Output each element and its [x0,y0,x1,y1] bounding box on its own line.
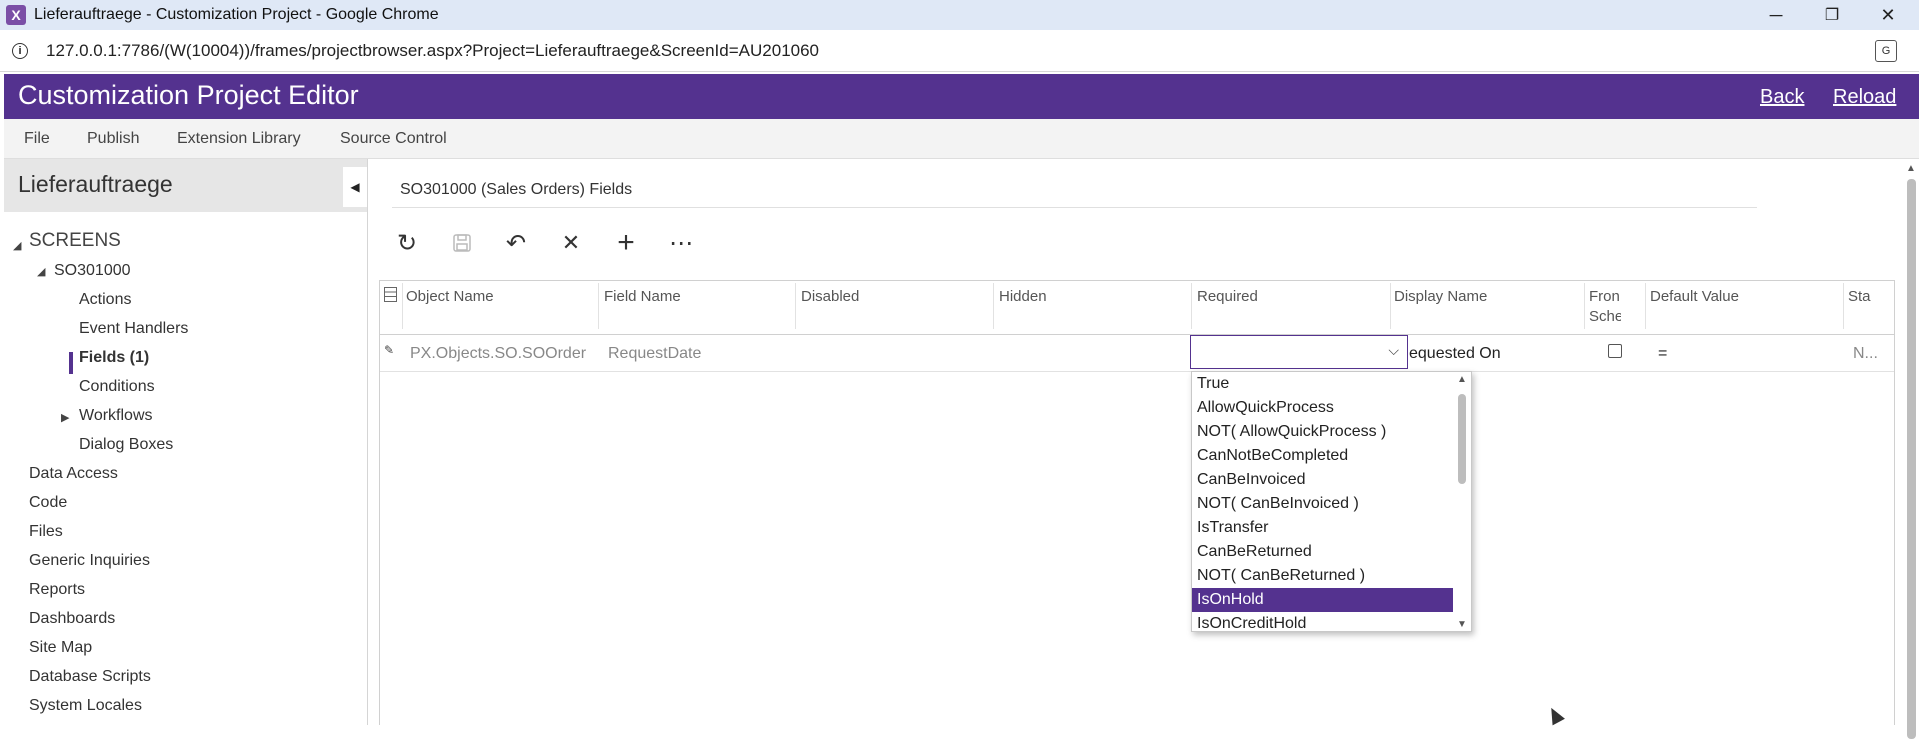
tree-item-fields[interactable]: Fields (1) [79,349,149,367]
menu-extension-library[interactable]: Extension Library [177,130,301,148]
tree-item-so301000[interactable]: SO301000 [54,262,131,280]
sidebar-header: Lieferauftraege [4,159,367,212]
dropdown-scrollbar[interactable]: ▲ ▼ [1453,372,1471,631]
from-schema-checkbox[interactable] [1608,344,1622,358]
tree-item-event-handlers[interactable]: Event Handlers [79,320,188,338]
menu-bar: File Publish Extension Library Source Co… [4,119,1919,159]
window-title: Lieferauftraege - Customization Project … [34,6,439,23]
dropdown-option[interactable]: IsTransfer [1192,516,1453,540]
dropdown-option[interactable]: CanNotBeCompleted [1192,444,1453,468]
col-required[interactable]: Required [1197,288,1258,305]
minimize-button[interactable]: ─ [1748,0,1804,30]
dropdown-option-selected[interactable]: IsOnHold [1192,588,1453,612]
site-info-icon[interactable]: i [12,42,28,59]
tree-item-actions[interactable]: Actions [79,291,131,309]
dropdown-option[interactable]: NOT( AllowQuickProcess ) [1192,420,1453,444]
more-actions-button[interactable]: ⋯ [664,228,698,258]
back-link[interactable]: Back [1760,86,1804,109]
dropdown-option[interactable]: AllowQuickProcess [1192,396,1453,420]
dropdown-option[interactable]: NOT( CanBeReturned ) [1192,564,1453,588]
page-title: Customization Project Editor [18,80,359,110]
app-logo-icon: X [6,5,26,25]
tree-item-site-map[interactable]: Site Map [29,639,92,657]
tree-item-data-access[interactable]: Data Access [29,465,118,483]
menu-publish[interactable]: Publish [87,130,139,148]
tree-item-conditions[interactable]: Conditions [79,378,155,396]
grid-header: Object Name Field Name Disabled Hidden R… [380,281,1894,335]
cell-default-value[interactable]: = [1658,345,1667,363]
table-row[interactable]: ✎ PX.Objects.SO.SOOrder RequestDate eque… [380,335,1894,372]
screen-fields-title: SO301000 (Sales Orders) Fields [400,181,633,198]
cell-display-name[interactable]: equested On [1409,345,1585,363]
tree-item-system-locales[interactable]: System Locales [29,697,142,715]
collapse-sidebar-button[interactable]: ◀ [343,167,367,207]
undo-button[interactable]: ↶ [499,228,533,258]
tree-item-database-scripts[interactable]: Database Scripts [29,668,151,686]
scroll-up-arrow-icon[interactable]: ▲ [1906,163,1916,174]
col-field-name[interactable]: Field Name [604,288,681,305]
app-header: Customization Project Editor Back Reload [4,74,1919,119]
cell-field-name[interactable]: RequestDate [608,345,701,363]
col-disabled[interactable]: Disabled [801,288,859,305]
edit-row-icon[interactable]: ✎ [384,343,394,357]
dropdown-option[interactable]: CanBeReturned [1192,540,1453,564]
tree-item-reports[interactable]: Reports [29,581,85,599]
scroll-up-arrow-icon[interactable]: ▲ [1457,374,1467,385]
collapsed-caret-icon[interactable]: ▶ [61,411,69,424]
tree-item-dialog-boxes[interactable]: Dialog Boxes [79,436,173,454]
restore-button[interactable]: ❐ [1804,0,1860,30]
save-icon [453,234,471,252]
dropdown-option[interactable]: CanBeInvoiced [1192,468,1453,492]
col-from-schema[interactable]: Fron Sche [1589,287,1621,327]
translate-icon[interactable]: G [1875,40,1897,62]
reload-link[interactable]: Reload [1833,86,1896,109]
address-bar[interactable]: i 127.0.0.1:7786/(W(10004))/frames/proje… [0,30,1919,72]
chevron-down-icon[interactable]: ⌵ [1388,342,1399,359]
expanded-caret-icon[interactable]: ◢ [37,265,45,278]
tree-item-dashboards[interactable]: Dashboards [29,610,115,628]
tree-item-workflows[interactable]: Workflows [79,407,153,425]
col-status[interactable]: Sta [1848,288,1871,305]
tree-item-code[interactable]: Code [29,494,67,512]
browser-titlebar: X Lieferauftraege - Customization Projec… [0,0,1919,30]
tree-item-files[interactable]: Files [29,523,63,541]
col-display-name[interactable]: Display Name [1394,288,1487,305]
col-hidden[interactable]: Hidden [999,288,1047,305]
page-scroll-thumb[interactable] [1907,179,1916,739]
required-select[interactable]: ⌵ [1190,335,1408,369]
url-text[interactable]: 127.0.0.1:7786/(W(10004))/frames/project… [46,41,819,61]
selection-indicator [69,352,73,374]
required-dropdown-list[interactable]: True AllowQuickProcess NOT( AllowQuickPr… [1191,371,1472,632]
dropdown-option[interactable]: IsOnCreditHold [1192,612,1453,631]
project-name: Lieferauftraege [18,171,173,197]
refresh-button[interactable]: ↻ [390,228,424,258]
project-tree-sidebar: Lieferauftraege ◀ ◢ SCREENS ◢ SO301000 A… [4,159,368,725]
fields-grid: Object Name Field Name Disabled Hidden R… [379,280,1895,725]
dropdown-scroll-thumb[interactable] [1458,394,1466,484]
menu-file[interactable]: File [24,130,50,148]
col-object-name[interactable]: Object Name [406,288,494,305]
close-window-button[interactable]: ✕ [1860,0,1916,30]
save-button[interactable] [445,228,479,258]
tree-item-screens[interactable]: SCREENS [29,230,121,252]
menu-source-control[interactable]: Source Control [340,130,447,148]
col-default-value[interactable]: Default Value [1650,288,1739,305]
expanded-caret-icon[interactable]: ◢ [13,239,21,252]
dropdown-option[interactable]: NOT( CanBeInvoiced ) [1192,492,1453,516]
cell-status[interactable]: N... [1853,345,1878,363]
page-scrollbar[interactable]: ▲ [1903,159,1919,739]
cell-object-name[interactable]: PX.Objects.SO.SOOrder [410,345,586,363]
delete-button[interactable]: ✕ [554,228,588,258]
dropdown-option[interactable]: True [1192,372,1453,396]
add-button[interactable]: + [609,226,643,259]
title-divider [392,207,1757,208]
scroll-down-arrow-icon[interactable]: ▼ [1457,619,1467,630]
tree-item-generic-inquiries[interactable]: Generic Inquiries [29,552,150,570]
column-settings-icon[interactable] [384,287,397,306]
